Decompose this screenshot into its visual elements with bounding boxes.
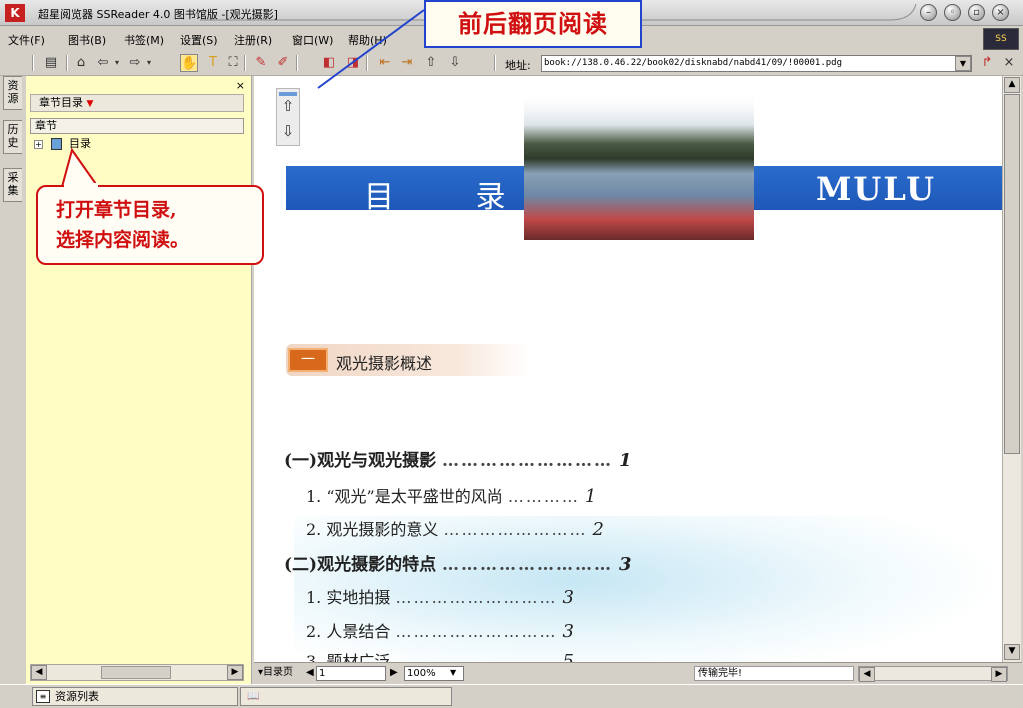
callout-line-2: 选择内容阅读。 (56, 229, 190, 251)
callout-open-toc: 打开章节目录, 选择内容阅读。 (36, 185, 264, 265)
callout-notch-cover (64, 183, 98, 188)
callout-line-1: 打开章节目录, (56, 199, 177, 221)
callout-pointers (61, 9, 425, 188)
callout-page-turn: 前后翻页阅读 (424, 0, 642, 48)
